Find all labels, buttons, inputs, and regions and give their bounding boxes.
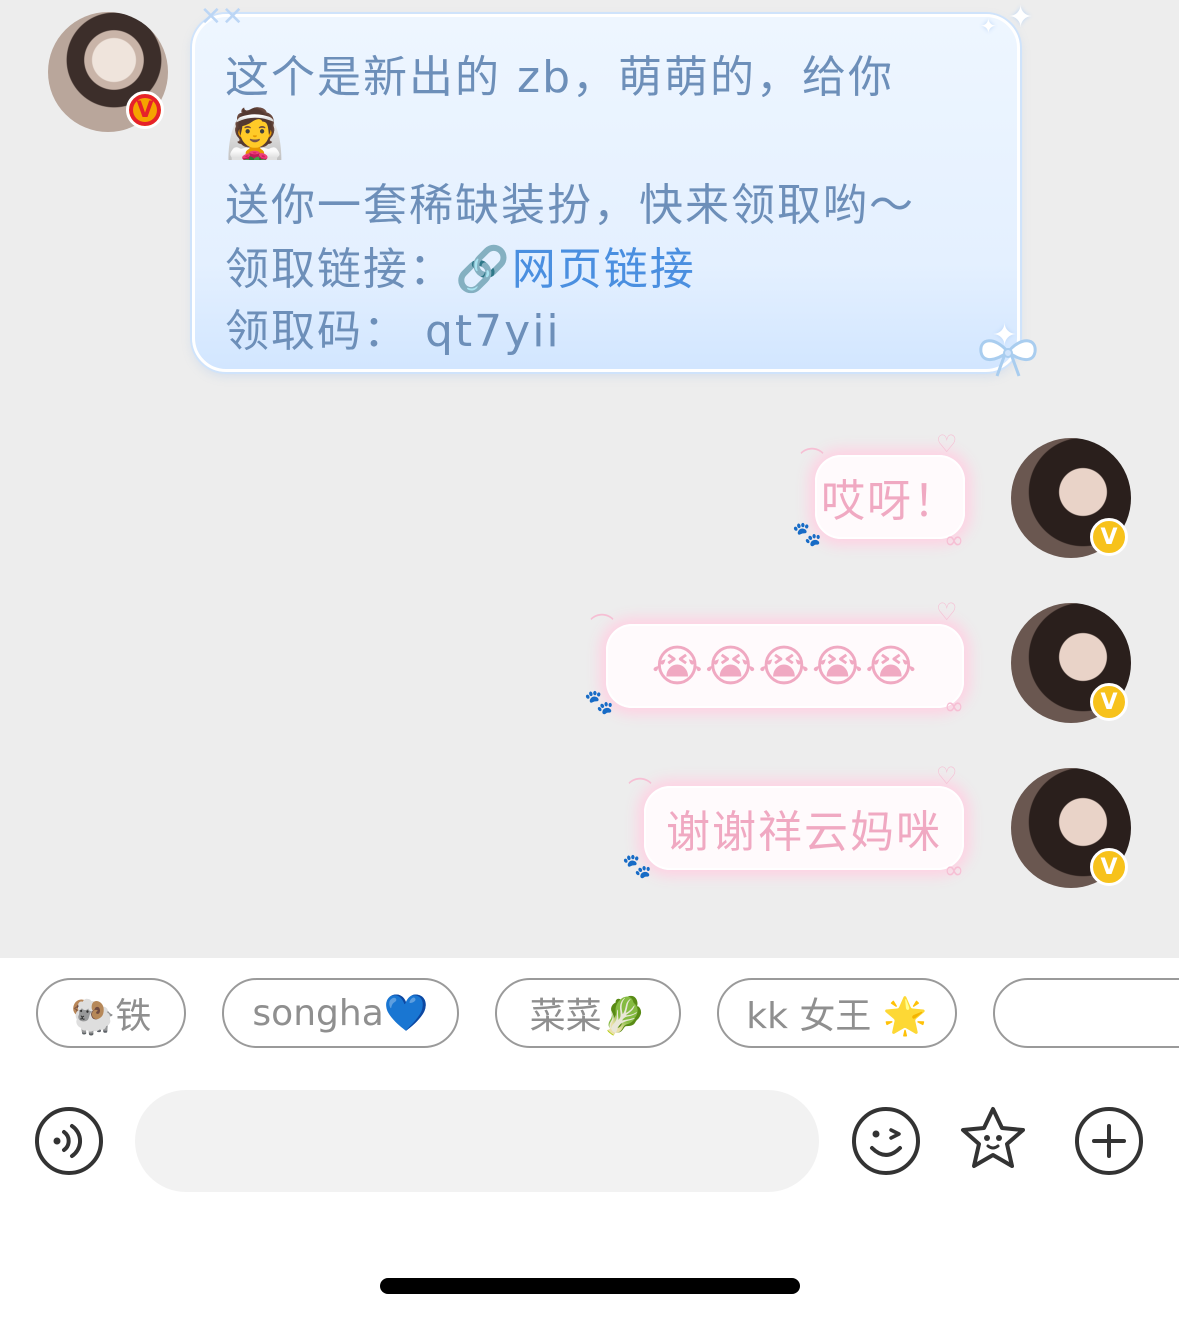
incoming-message-bubble[interactable]: 这个是新出的 zb，萌萌的，给你 👰 送你一套稀缺装扮，快来领取哟～ 领取链接：… [192,14,1020,372]
outgoing-message-bubble[interactable]: 谢谢祥云妈咪 [644,786,964,870]
message-line: 送你一套稀缺装扮，快来领取哟～ [225,180,915,231]
quick-reply-chip[interactable] [993,978,1179,1048]
bow-deco-icon: ∞ [944,526,964,554]
bride-emoji: 👰 [225,106,287,162]
quick-reply-bar: 🐏铁 songha💙 菜菜🥬 kk 女王 🌟 [0,958,1179,1068]
ribbon-bow-icon [975,330,1041,391]
heart-bow-deco-icon: ♡ [936,430,958,458]
link-row: 领取链接：🔗网页链接 [225,233,696,297]
cross-deco-icon: ✕✕ [200,2,244,32]
home-indicator[interactable] [380,1278,800,1294]
wing-deco-icon: ⌒ [628,776,652,804]
web-link[interactable]: 🔗网页链接 [455,244,696,295]
bow-deco-icon: ∞ [944,856,964,884]
paw-deco-icon: 🐾 [622,852,652,880]
message-text: 哎呀！ [821,476,959,527]
heart-bow-deco-icon: ♡ [936,762,958,790]
input-bar [0,1068,1179,1318]
wing-deco-icon: ⌒ [590,612,614,640]
verified-badge-icon: V [1090,518,1128,556]
quick-reply-chip[interactable]: 🐏铁 [36,978,186,1048]
quick-reply-chip[interactable]: songha💙 [222,978,459,1048]
message-text: 谢谢祥云妈咪 [666,807,942,858]
verified-badge-icon: V [1090,848,1128,886]
paw-deco-icon: 🐾 [584,688,614,716]
quick-reply-chip[interactable]: 菜菜🥬 [495,978,681,1048]
chat-area: V 这个是新出的 zb，萌萌的，给你 👰 送你一套稀缺装扮，快来领取哟～ 领取链… [0,0,1179,958]
voice-icon[interactable] [34,1106,104,1176]
heart-bow-deco-icon: ♡ [936,598,958,626]
verified-badge-icon: V [1090,683,1128,721]
sparkle-icon: ✦ [1008,0,1034,35]
crying-emoji-row: 😭😭😭😭😭 [651,640,919,692]
plus-circle-icon[interactable] [1074,1106,1144,1176]
link-label: 领取链接： [225,244,455,295]
star-face-icon[interactable] [958,1104,1028,1174]
quick-reply-chip[interactable]: kk 女王 🌟 [717,978,957,1048]
verified-badge-icon: V [126,91,164,129]
paw-deco-icon: 🐾 [792,520,822,548]
bow-deco-icon: ∞ [944,692,964,720]
claim-code: 领取码： qt7yii [225,306,561,357]
smiley-wink-icon[interactable] [851,1106,921,1176]
wing-deco-icon: ⌒ [800,446,824,474]
outgoing-message-bubble[interactable]: 😭😭😭😭😭 [606,624,964,708]
outgoing-message-bubble[interactable]: 哎呀！ [815,455,965,539]
sparkle-icon: ✦ [980,14,997,38]
ribbon-bow-icon [979,339,1037,377]
message-line: 这个是新出的 zb，萌萌的，给你 [225,52,895,103]
message-input[interactable] [135,1090,819,1192]
